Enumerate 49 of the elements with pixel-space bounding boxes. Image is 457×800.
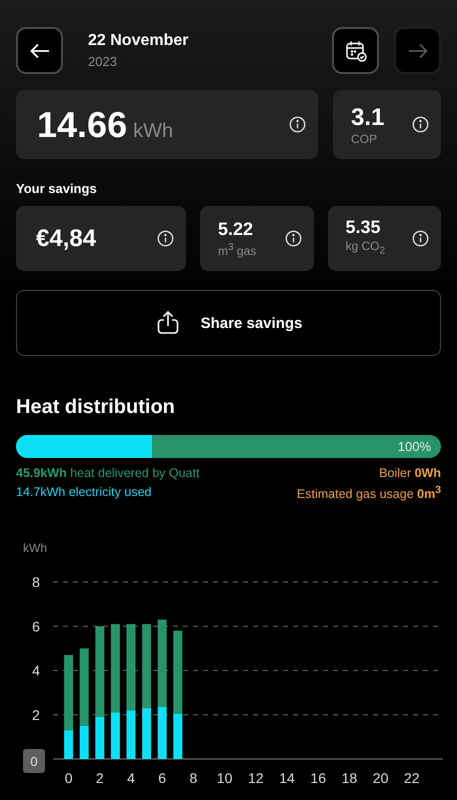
- x-tick-label: 16: [310, 770, 326, 786]
- date-title: 22 November: [88, 32, 190, 50]
- x-tick-label: 2: [96, 770, 104, 786]
- y-tick-label: 6: [32, 618, 40, 634]
- calendar-check-icon: [344, 40, 366, 62]
- y-tick-label: 8: [32, 574, 40, 590]
- cop-value: 3.1: [351, 104, 386, 132]
- info-icon[interactable]: [289, 116, 306, 133]
- x-tick-label: 12: [248, 770, 264, 786]
- legend-text: Estimated gas usage 0m$^{3}$: [296, 485, 441, 502]
- info-icon[interactable]: [284, 230, 302, 247]
- x-tick-label: 0: [64, 770, 72, 786]
- y-tick-label: 2: [32, 706, 40, 723]
- energy-value: 14.66: [37, 104, 128, 146]
- year-label: 2023: [88, 54, 118, 69]
- x-tick-label: 22: [404, 770, 420, 786]
- cop-label: COP: [351, 132, 378, 146]
- x-tick-label: 4: [127, 770, 135, 786]
- x-tick-label: 8: [190, 770, 198, 786]
- savings-unit: kg CO$_{2}$: [346, 238, 386, 259]
- x-tick-label: 20: [372, 770, 388, 786]
- legend-text: 45.9kWh heat delivered by Quatt: [16, 466, 200, 480]
- back-button[interactable]: [16, 27, 63, 74]
- x-tick-label: 18: [342, 770, 358, 786]
- savings-value: 5.35: [346, 217, 382, 238]
- savings-value: 5.22: [218, 218, 254, 240]
- y-tick-label: 0: [30, 754, 38, 770]
- x-tick-label: 10: [216, 770, 232, 786]
- calendar-button[interactable]: [332, 27, 379, 74]
- info-icon[interactable]: [157, 230, 174, 247]
- legend-text: 14.7kWh electricity used: [16, 485, 152, 501]
- arrow-left-icon: [30, 42, 50, 58]
- y-tick-label: 4: [32, 662, 40, 679]
- info-icon[interactable]: [412, 230, 429, 247]
- share-savings-button[interactable]: Share savings: [16, 290, 441, 356]
- savings-unit: m$^{3}$ gas: [218, 240, 258, 258]
- percent-label: 100%: [398, 439, 431, 454]
- x-tick-label: 6: [158, 770, 166, 786]
- section-title: Your savings: [16, 181, 98, 196]
- legend-text: Boiler 0Wh: [379, 466, 441, 480]
- axis-unit-label: kWh: [23, 541, 47, 556]
- share-icon: [154, 310, 181, 336]
- x-tick-label: 14: [279, 770, 295, 786]
- energy-unit: kWh: [133, 120, 174, 142]
- savings-value: €4,84: [36, 224, 98, 252]
- y-tick-label: 0: [23, 749, 45, 774]
- section-heading: Heat distribution: [16, 396, 176, 419]
- arrow-right-icon: [408, 42, 428, 58]
- info-icon[interactable]: [412, 116, 429, 133]
